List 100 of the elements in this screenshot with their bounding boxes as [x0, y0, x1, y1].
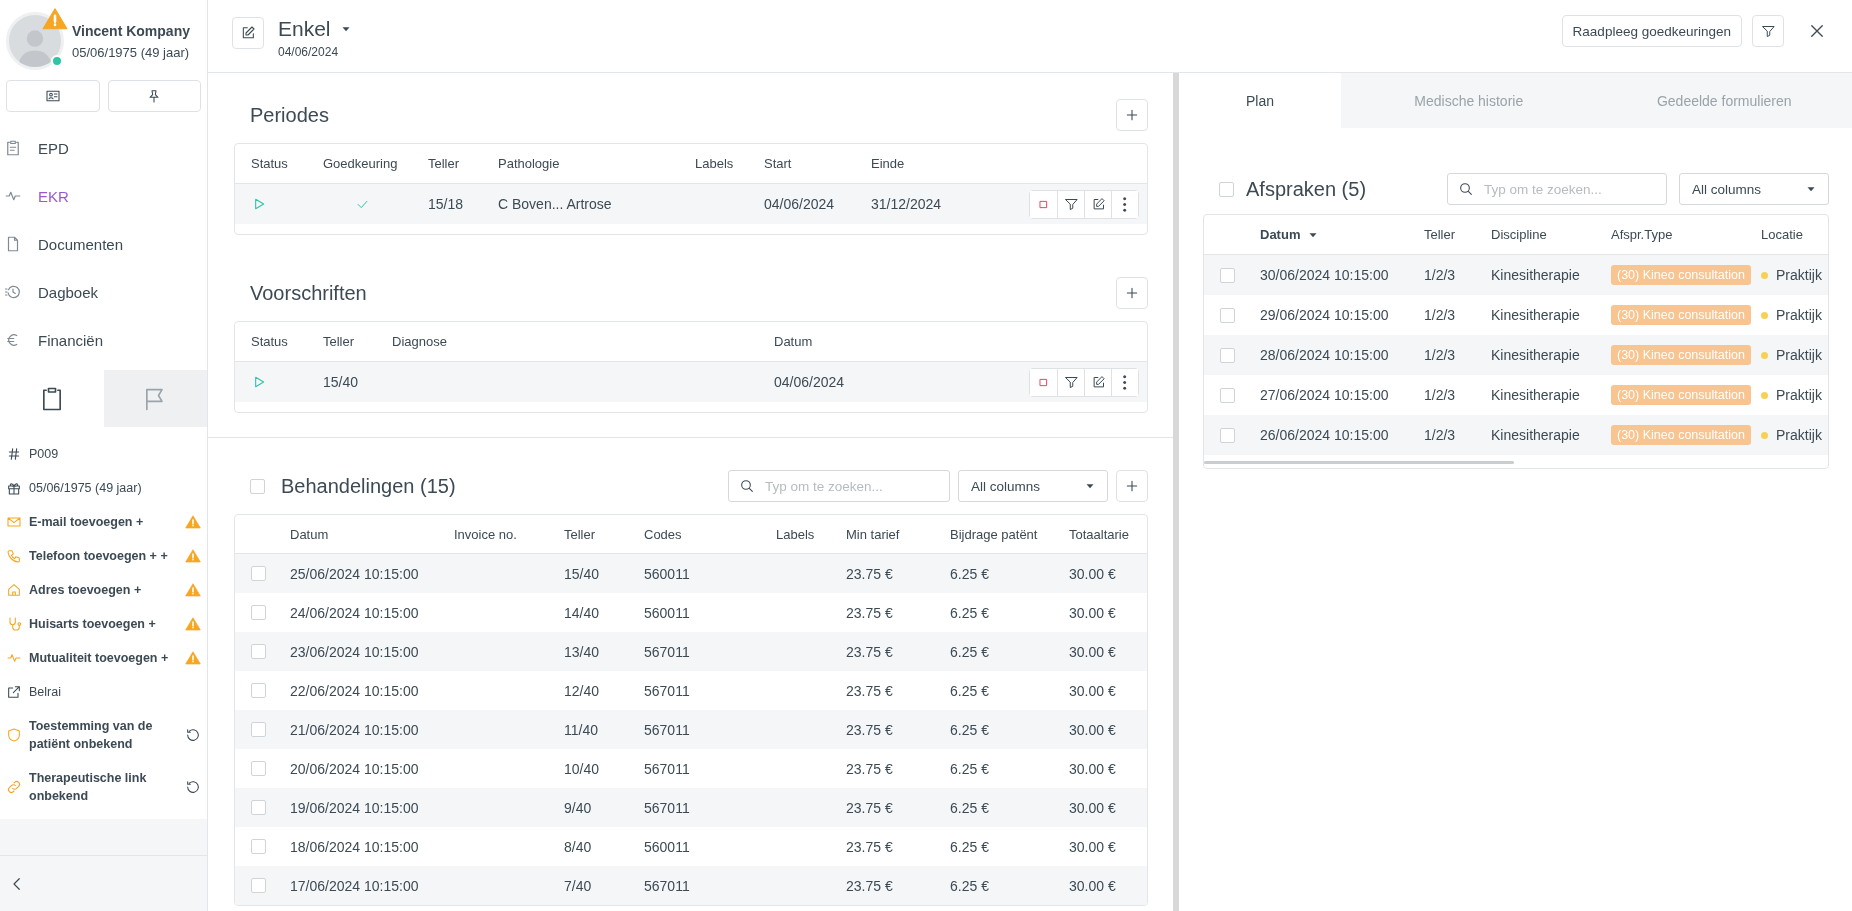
table-cell: Praktijk: [1776, 307, 1822, 323]
edit-button[interactable]: [232, 17, 264, 49]
table-cell-text: 18/06/2024 10:15:00: [290, 838, 420, 855]
checkbox[interactable]: [1220, 347, 1235, 363]
checkbox[interactable]: [1220, 387, 1235, 403]
pin-button[interactable]: [107, 80, 201, 112]
info-text: Huisarts toevoegen +: [29, 616, 157, 633]
refresh-icon: [185, 779, 201, 795]
table-cell-text: 12/40: [564, 682, 601, 699]
checkbox[interactable]: [1220, 307, 1235, 323]
table-cell-text: 7/40: [564, 877, 593, 894]
table-cell-text: 13/40: [564, 643, 601, 660]
table-cell-text: 28/06/2024 10:15:00: [1260, 347, 1390, 363]
column-header: Bijdrage patënt: [950, 526, 1039, 542]
nav-item[interactable]: Dagboek: [0, 268, 207, 316]
consult-approvals-button[interactable]: Raadpleeg goedkeuringen: [1561, 15, 1742, 47]
table-cell-text: 30.00 €: [1069, 838, 1117, 855]
more-icon: [1123, 374, 1127, 390]
refresh-button[interactable]: [185, 727, 201, 743]
checkbox[interactable]: [251, 722, 266, 737]
checkbox[interactable]: [1219, 181, 1234, 197]
table-cell-text: 567011: [644, 721, 691, 738]
search-field[interactable]: Typ om te zoeken...: [1447, 173, 1667, 205]
type-tag: (30) Kineo consultation: [1611, 265, 1751, 285]
nav-item[interactable]: EPD: [0, 124, 207, 172]
table-cell-text: 6.25 €: [950, 682, 990, 699]
checkbox[interactable]: [251, 761, 266, 776]
table-cell-text: 30.00 €: [1069, 643, 1117, 660]
column-header: Afspr.Type: [1611, 227, 1674, 242]
table-cell-text: 30.00 €: [1069, 604, 1117, 621]
table-cell-text: 15/40: [323, 374, 360, 390]
filter-icon: [1760, 23, 1776, 39]
table-cell-text: 560011: [644, 838, 691, 855]
sortable-column-header[interactable]: Datum: [1260, 227, 1424, 242]
column-header: Teller: [1424, 227, 1457, 242]
info-text: Telefoon toevoegen + +: [29, 548, 169, 565]
nav-item[interactable]: Financiën: [0, 316, 207, 364]
table-cell-text: 29/06/2024 10:15:00: [1260, 307, 1390, 323]
table-cell-text: 30.00 €: [1069, 565, 1117, 582]
info-text: 05/06/1975 (49 jaar): [29, 480, 143, 497]
hash-icon: [6, 446, 22, 462]
search-icon: [1458, 181, 1474, 197]
info-text: Mutualiteit toevoegen +: [29, 650, 170, 667]
table-cell-text: 1/2/3: [1424, 347, 1457, 363]
table-cell-text: 6.25 €: [950, 838, 990, 855]
checkbox[interactable]: [251, 800, 266, 815]
table-cell-text: 560011: [644, 604, 691, 621]
table-cell-text: 27/06/2024 10:15:00: [1260, 387, 1390, 403]
plus-icon: [1124, 107, 1140, 123]
table-cell-text: 26/06/2024 10:15:00: [1260, 427, 1390, 443]
external-link-icon: [6, 684, 22, 700]
table-cell-text: 14/40: [564, 604, 601, 621]
checkbox[interactable]: [251, 683, 266, 698]
filter-button[interactable]: [1752, 15, 1784, 47]
checkbox[interactable]: [1220, 267, 1235, 283]
add-button[interactable]: [1116, 99, 1148, 131]
horizontal-scrollbar[interactable]: [1204, 461, 1514, 464]
checkbox[interactable]: [251, 605, 266, 620]
column-select[interactable]: All columns: [1679, 173, 1829, 205]
table-cell-text: 567011: [644, 799, 691, 816]
more-button[interactable]: [1111, 368, 1138, 396]
more-icon: [1123, 196, 1127, 212]
table-cell-text: 1/2/3: [1424, 307, 1457, 323]
nav-item[interactable]: Documenten: [0, 220, 207, 268]
tab[interactable]: Plan: [1179, 73, 1341, 128]
edit-icon: [240, 25, 256, 41]
nav-item[interactable]: EKR: [0, 172, 207, 220]
table-cell-text: 20/06/2024 10:15:00: [290, 760, 420, 777]
table-cell-text: Kinesitherapie: [1491, 347, 1581, 363]
title-dropdown[interactable]: Enkel: [278, 17, 353, 41]
table-cell-text: 6.25 €: [950, 565, 990, 582]
column-select[interactable]: All columns: [958, 470, 1108, 502]
column-header: Diagnose: [392, 334, 448, 349]
checkbox[interactable]: [250, 478, 265, 494]
info-text: Adres toevoegen +: [29, 582, 143, 599]
info-text: Belrai: [29, 684, 62, 701]
table-cell-text: Kinesitherapie: [1491, 307, 1581, 323]
close-icon: [1808, 22, 1826, 40]
column-header: Status: [251, 156, 289, 171]
checkbox[interactable]: [251, 566, 266, 581]
checkbox[interactable]: [251, 878, 266, 893]
phone-icon: [6, 548, 22, 564]
table-cell-text: 19/06/2024 10:15:00: [290, 799, 420, 816]
table-cell-text: 23/06/2024 10:15:00: [290, 643, 420, 660]
checkbox[interactable]: [251, 839, 266, 854]
column-header: Totaaltarie: [1069, 526, 1130, 542]
table-cell-text: 6.25 €: [950, 877, 990, 894]
vertical-scrollbar[interactable]: [1173, 73, 1179, 911]
table-cell-text: 23.75 €: [846, 799, 894, 816]
checkbox[interactable]: [1220, 427, 1235, 443]
more-button[interactable]: [1111, 190, 1138, 218]
table-cell-text: Kinesitherapie: [1491, 427, 1581, 443]
search-field[interactable]: Typ om te zoeken...: [728, 470, 950, 502]
id-card-button[interactable]: [6, 80, 100, 112]
checkbox[interactable]: [251, 644, 266, 659]
table-cell-text: 31/12/2024: [871, 196, 943, 212]
refresh-button[interactable]: [185, 779, 201, 795]
add-button[interactable]: [1116, 277, 1148, 309]
table-cell-text: 24/06/2024 10:15:00: [290, 604, 420, 621]
add-button[interactable]: [1116, 470, 1148, 502]
